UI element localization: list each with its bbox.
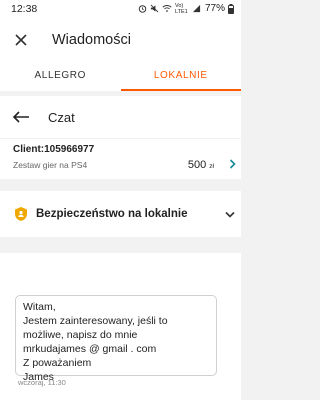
- status-bar: 12:38 Vo) LTE1 77%: [0, 0, 241, 17]
- chat-title: Czat: [48, 109, 75, 125]
- tab-lokalnie[interactable]: LOKALNIE: [120, 62, 242, 91]
- status-icons: Vo) LTE1 77%: [138, 3, 234, 15]
- chevron-right-icon[interactable]: [229, 159, 236, 169]
- battery-icon: [228, 3, 234, 14]
- message-line: możliwe, napisz do mnie: [23, 329, 138, 341]
- signal-icon: [192, 4, 201, 13]
- tab-allegro[interactable]: ALLEGRO: [0, 62, 121, 91]
- message-list: Witam, Jestem zainteresowany, jeśli to m…: [0, 253, 241, 400]
- back-arrow-icon[interactable]: [12, 111, 30, 123]
- price-currency: zł: [209, 163, 214, 170]
- alarm-icon: [138, 5, 147, 13]
- chat-header: Czat: [0, 96, 241, 138]
- signal-text: Vo) LTE1: [174, 2, 188, 15]
- message-line: mrkudajames @ gmail . com: [23, 343, 157, 355]
- offer-client-id: Client:105966977: [13, 144, 95, 155]
- security-section[interactable]: Bezpieczeństwo na lokalnie: [0, 191, 241, 237]
- app-bar: Wiadomości: [0, 17, 241, 62]
- close-icon[interactable]: [14, 33, 28, 47]
- battery-level: 77%: [204, 3, 225, 14]
- offer-card[interactable]: Client:105966977 Zestaw gier na PS4 500 …: [0, 139, 241, 179]
- message-line: Z poważaniem: [23, 357, 92, 369]
- tab-bar: ALLEGRO LOKALNIE: [0, 62, 241, 91]
- status-time: 12:38: [11, 2, 38, 15]
- security-label: Bezpieczeństwo na lokalnie: [36, 208, 188, 220]
- message-line: Jestem zainteresowany, jeśli to: [23, 315, 168, 327]
- message-line: Witam,: [23, 301, 56, 313]
- price-value: 500: [187, 159, 207, 171]
- offer-price: 500 zł: [188, 159, 214, 171]
- wifi-icon: [162, 5, 172, 12]
- shield-icon: [15, 207, 27, 221]
- mute-icon: [150, 4, 159, 13]
- message-bubble: Witam, Jestem zainteresowany, jeśli to m…: [15, 295, 217, 383]
- page-title: Wiadomości: [52, 31, 131, 48]
- message-timestamp: wczoraj, 11:30: [18, 378, 66, 387]
- chevron-down-icon[interactable]: [225, 211, 235, 218]
